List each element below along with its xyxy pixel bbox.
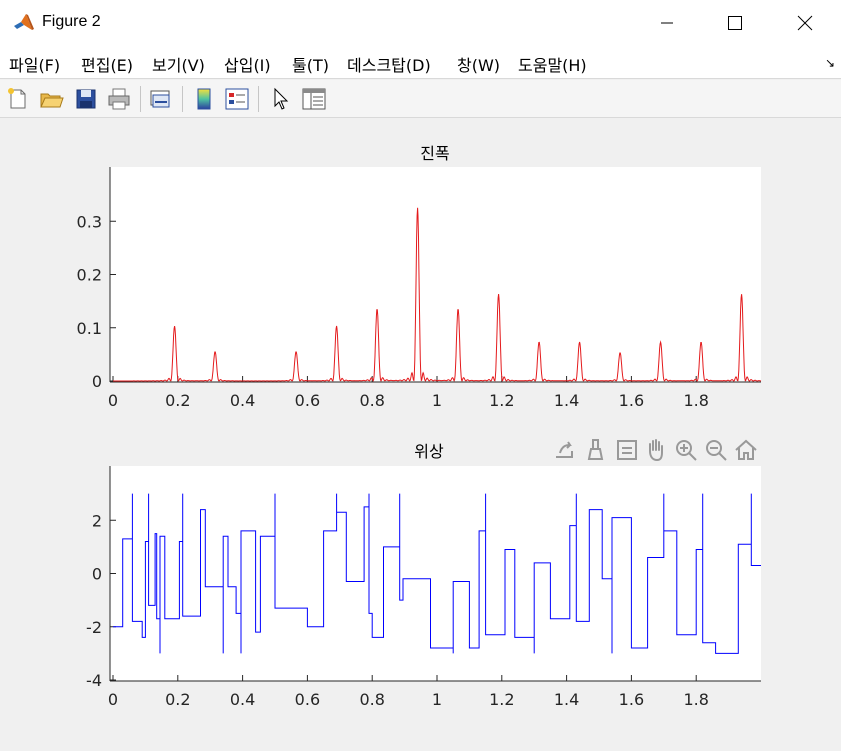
data-tip-icon[interactable] — [614, 437, 640, 463]
link-plot-icon[interactable] — [148, 86, 174, 112]
amplitude-x-tick-label: 1.4 — [554, 391, 579, 410]
plots-svg: 진폭 0 0.2 0.4 0.6 0.8 1 1.2 1.4 1.6 1.8 0 0.1 0.2 0.3… — [77, 144, 762, 709]
amplitude-x-tick-label: 1.8 — [683, 391, 708, 410]
zoom-out-icon[interactable] — [703, 437, 729, 463]
zoom-in-icon[interactable] — [673, 437, 699, 463]
amplitude-y-tick-label: 0.2 — [77, 266, 102, 285]
home-icon[interactable] — [733, 437, 759, 463]
menu-file[interactable]: 파일(F) — [9, 52, 60, 76]
menu-bar: 파일(F) 편집(E) 보기(V) 삽입(I) 툴(T) 데스크탑(D) 창(W… — [0, 46, 841, 79]
phase-y-tick-label: -2 — [86, 618, 102, 637]
phase-title: 위상 — [414, 442, 444, 461]
amplitude-axes-background — [110, 167, 761, 382]
toolbar-separator — [258, 86, 259, 112]
phase-x-tick-label: 0.2 — [165, 690, 190, 709]
menu-view[interactable]: 보기(V) — [152, 52, 205, 76]
toolbar-separator — [182, 86, 183, 112]
amplitude-x-tick-label: 1 — [432, 391, 442, 410]
pan-icon[interactable] — [643, 437, 669, 463]
pointer-icon[interactable] — [268, 86, 294, 112]
export-icon[interactable] — [552, 437, 578, 463]
menu-help[interactable]: 도움말(H) — [518, 52, 587, 76]
matlab-logo-icon — [12, 12, 34, 34]
phase-x-tick-label: 1.2 — [489, 690, 514, 709]
phase-axes[interactable]: 위상 0 0.2 0.4 0.6 0.8 1 1.2 1.4 1.6 1.8 -4 -2 0 2 — [86, 442, 761, 709]
phase-x-tick-label: 1.6 — [619, 690, 644, 709]
menu-tools[interactable]: 툴(T) — [292, 52, 329, 76]
colorbar-icon[interactable] — [191, 86, 217, 112]
phase-x-tick-label: 0.8 — [359, 690, 384, 709]
minimize-icon — [661, 22, 673, 24]
menu-desktop[interactable]: 데스크탑(D) — [347, 52, 431, 76]
dock-arrow-icon[interactable]: ↘ — [825, 56, 835, 70]
amplitude-y-tick-label: 0 — [92, 372, 102, 391]
property-inspector-icon[interactable] — [301, 86, 327, 112]
amplitude-x-tick-label: 0.6 — [295, 391, 320, 410]
amplitude-title: 진폭 — [420, 144, 449, 163]
legend-icon[interactable] — [224, 86, 250, 112]
amplitude-x-tick-label: 0.8 — [359, 391, 384, 410]
phase-x-tick-label: 1.8 — [683, 690, 708, 709]
menu-window[interactable]: 창(W) — [457, 52, 500, 76]
maximize-icon — [728, 16, 742, 30]
close-button[interactable] — [776, 0, 834, 46]
phase-x-tick-label: 1.4 — [554, 690, 579, 709]
close-icon — [797, 15, 813, 31]
amplitude-y-tick-label: 0.3 — [77, 212, 102, 231]
menu-edit[interactable]: 편집(E) — [81, 52, 133, 76]
minimize-button[interactable] — [638, 0, 696, 46]
phase-x-tick-label: 0.4 — [230, 690, 255, 709]
toolbar-separator — [140, 86, 141, 112]
phase-x-tick-label: 0.6 — [295, 690, 320, 709]
amplitude-x-tick-label: 1.2 — [489, 391, 514, 410]
figure-canvas: 진폭 0 0.2 0.4 0.6 0.8 1 1.2 1.4 1.6 1.8 0 0.1 0.2 0.3… — [0, 118, 841, 751]
amplitude-x-tick-label: 0 — [108, 391, 118, 410]
new-figure-icon[interactable] — [5, 86, 31, 112]
maximize-button[interactable] — [706, 0, 764, 46]
save-icon[interactable] — [73, 86, 99, 112]
window-title: Figure 2 — [42, 13, 101, 30]
brush-icon[interactable] — [583, 437, 609, 463]
amplitude-x-tick-label: 0.2 — [165, 391, 190, 410]
title-bar: Figure 2 — [0, 0, 841, 46]
figure-toolbar — [0, 80, 841, 118]
phase-y-tick-label: -4 — [86, 671, 102, 690]
amplitude-y-tick-label: 0.1 — [77, 319, 102, 338]
print-icon[interactable] — [106, 86, 132, 112]
menu-insert[interactable]: 삽입(I) — [224, 52, 271, 76]
amplitude-axes[interactable]: 진폭 0 0.2 0.4 0.6 0.8 1 1.2 1.4 1.6 1.8 0 0.1 0.2 0.3 — [77, 144, 762, 410]
phase-x-tick-label: 1 — [432, 690, 442, 709]
amplitude-x-tick-label: 0.4 — [230, 391, 255, 410]
amplitude-x-tick-label: 1.6 — [619, 391, 644, 410]
open-file-icon[interactable] — [38, 86, 64, 112]
phase-y-tick-label: 0 — [92, 565, 102, 584]
phase-x-tick-label: 0 — [108, 690, 118, 709]
phase-y-tick-label: 2 — [92, 511, 102, 530]
